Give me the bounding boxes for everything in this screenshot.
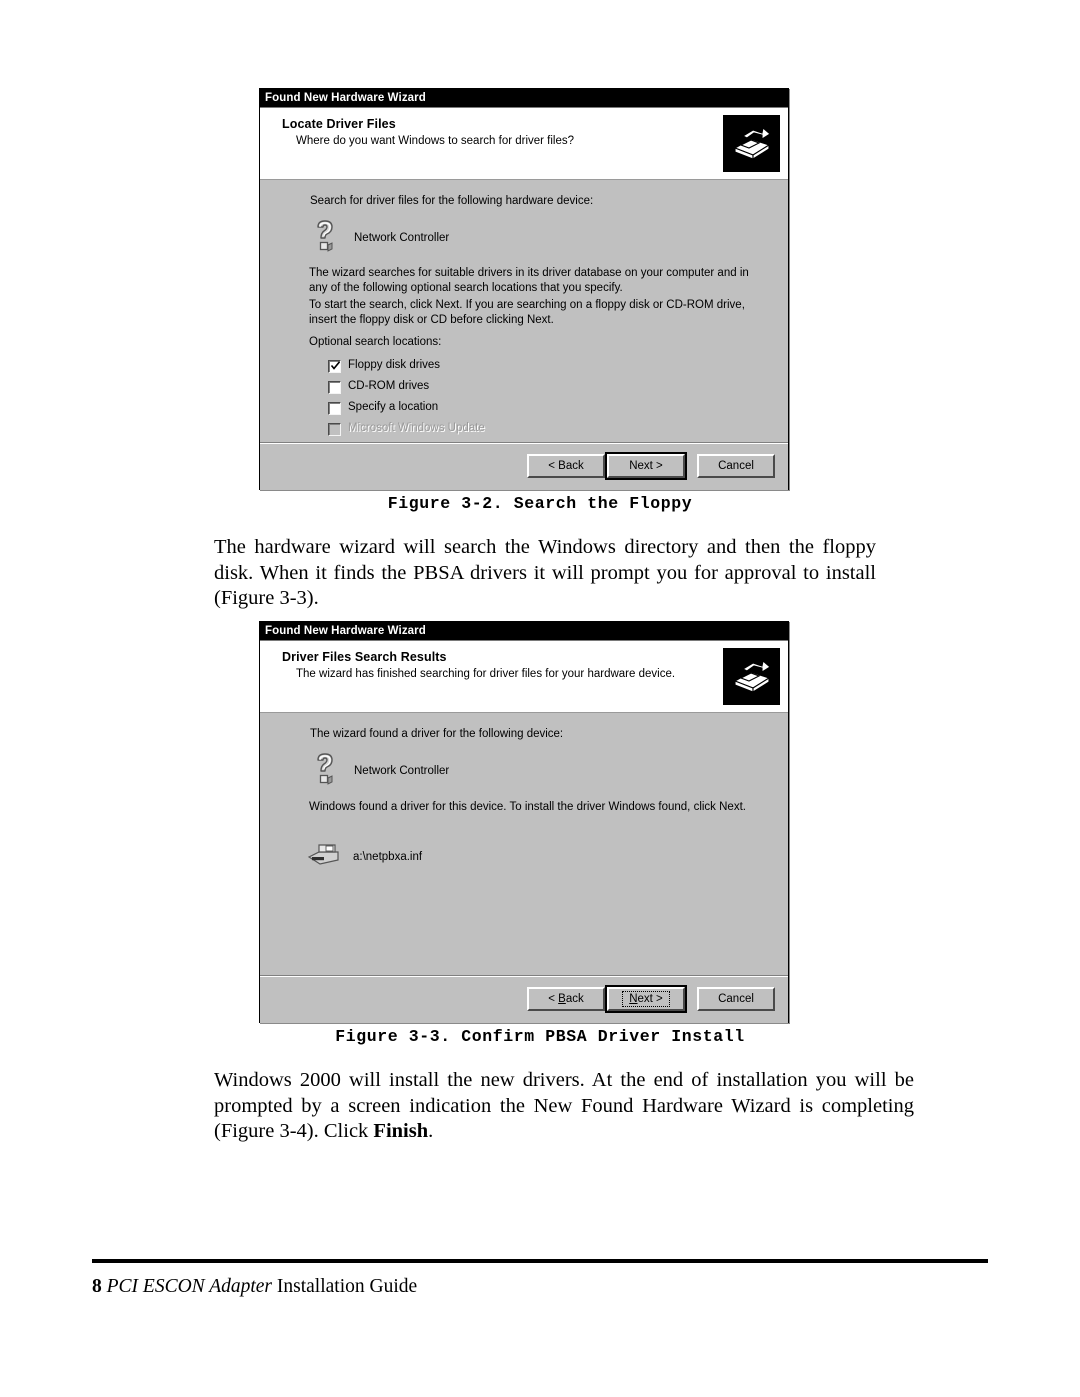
next-button[interactable]: Next > — [605, 452, 687, 480]
header-title: Driver Files Search Results — [282, 650, 447, 664]
wizard-header: Locate Driver Files Where do you want Wi… — [260, 108, 788, 180]
search-results-intro-text: The wizard found a driver for the follow… — [310, 728, 564, 740]
body-paragraph-1: The hardware wizard will search the Wind… — [214, 536, 876, 609]
driver-path: a:\netpbxa.inf — [353, 850, 423, 863]
checkbox-cd-rom-drives[interactable]: CD-ROM drives — [328, 380, 485, 394]
header-subtitle: Where do you want Windows to search for … — [296, 135, 575, 147]
checkbox-label: Floppy disk drives — [348, 359, 441, 371]
header-title: Locate Driver Files — [282, 117, 396, 131]
checkbox-box[interactable] — [328, 360, 341, 373]
checkbox-box[interactable] — [328, 402, 341, 415]
cancel-button[interactable]: Cancel — [697, 454, 775, 478]
wizard-body: The wizard found a driver for the follow… — [260, 713, 788, 1023]
checkbox-box — [328, 423, 341, 436]
wizard-header: Driver Files Search Results The wizard h… — [260, 641, 788, 713]
titlebar-text: Found New Hardware Wizard — [265, 92, 426, 104]
device-row: Network Controller — [308, 218, 449, 257]
footer-page-number: 8 — [92, 1276, 102, 1297]
checkbox-microsoft-windows-update: Microsoft Windows Update — [328, 422, 485, 436]
unknown-device-question-icon — [308, 751, 342, 790]
checkbox-floppy-disk-drives[interactable]: Floppy disk drives — [328, 359, 485, 373]
next-button[interactable]: Next > — [605, 985, 687, 1013]
search-intro-text: Search for driver files for the followin… — [310, 195, 594, 207]
checkbox-box[interactable] — [328, 381, 341, 394]
optional-locations-group: Floppy disk drives CD-ROM drives Specify… — [328, 359, 485, 443]
checkbox-label: Microsoft Windows Update — [348, 422, 485, 434]
driver-file-row: a:\netpbxa.inf — [307, 840, 422, 873]
footer-divider — [92, 1259, 988, 1263]
wizard-description-2: To start the search, click Next. If you … — [309, 299, 745, 326]
back-button-label: < Back — [548, 993, 584, 1005]
unknown-device-question-icon — [308, 218, 342, 257]
finish-keyword: Finish — [373, 1120, 429, 1142]
next-button-label: Next > — [629, 460, 663, 472]
page-footer: 8 PCI ESCON Adapter Installation Guide — [92, 1276, 417, 1298]
header-subtitle: The wizard has finished searching for dr… — [296, 668, 676, 680]
wizard-description-1: The wizard searches for suitable drivers… — [309, 267, 749, 294]
device-name: Network Controller — [354, 764, 450, 777]
device-name: Network Controller — [354, 231, 450, 244]
driver-found-text: Windows found a driver for this device. … — [309, 801, 746, 813]
back-button[interactable]: < Back — [527, 454, 605, 478]
wizard-dialog-locate-driver-files: Found New Hardware Wizard Locate Driver … — [259, 88, 789, 490]
hardware-install-icon — [723, 648, 780, 705]
cancel-button-label: Cancel — [718, 460, 754, 472]
back-button[interactable]: < Back — [527, 987, 605, 1011]
titlebar-text: Found New Hardware Wizard — [265, 625, 426, 637]
footer-product-name: PCI ESCON Adapter — [106, 1276, 273, 1297]
next-button-label: Next > — [622, 991, 670, 1007]
wizard-body: Search for driver files for the followin… — [260, 180, 788, 490]
check-icon — [331, 361, 340, 370]
document-page: Found New Hardware Wizard Locate Driver … — [0, 0, 1080, 1397]
paragraph-2-text: Windows 2000 will install the new driver… — [214, 1069, 914, 1142]
cancel-button[interactable]: Cancel — [697, 987, 775, 1011]
cancel-button-label: Cancel — [718, 993, 754, 1005]
figure-caption-3-2: Figure 3-2. Search the Floppy — [387, 494, 693, 513]
button-bar: < Back Next > Cancel — [260, 975, 788, 1023]
device-row: Network Controller — [308, 751, 449, 790]
button-bar: < Back Next > Cancel — [260, 442, 788, 490]
paragraph-2-end: . — [428, 1120, 434, 1142]
footer-title: Installation Guide — [276, 1276, 418, 1297]
checkbox-label: Specify a location — [348, 401, 439, 413]
figure-caption-3-3: Figure 3-3. Confirm PBSA Driver Install — [335, 1027, 745, 1046]
checkbox-label: CD-ROM drives — [348, 380, 430, 392]
checkbox-specify-a-location[interactable]: Specify a location — [328, 401, 485, 415]
body-paragraph-2: Windows 2000 will install the new driver… — [214, 1068, 914, 1145]
floppy-drive-icon — [307, 840, 341, 873]
hardware-install-icon — [723, 115, 780, 172]
wizard-dialog-driver-files-search-results: Found New Hardware Wizard Driver Files S… — [259, 621, 789, 1023]
titlebar: Found New Hardware Wizard — [260, 89, 788, 108]
titlebar: Found New Hardware Wizard — [260, 622, 788, 641]
back-button-label: < Back — [548, 460, 584, 472]
optional-locations-label: Optional search locations: — [309, 336, 442, 348]
